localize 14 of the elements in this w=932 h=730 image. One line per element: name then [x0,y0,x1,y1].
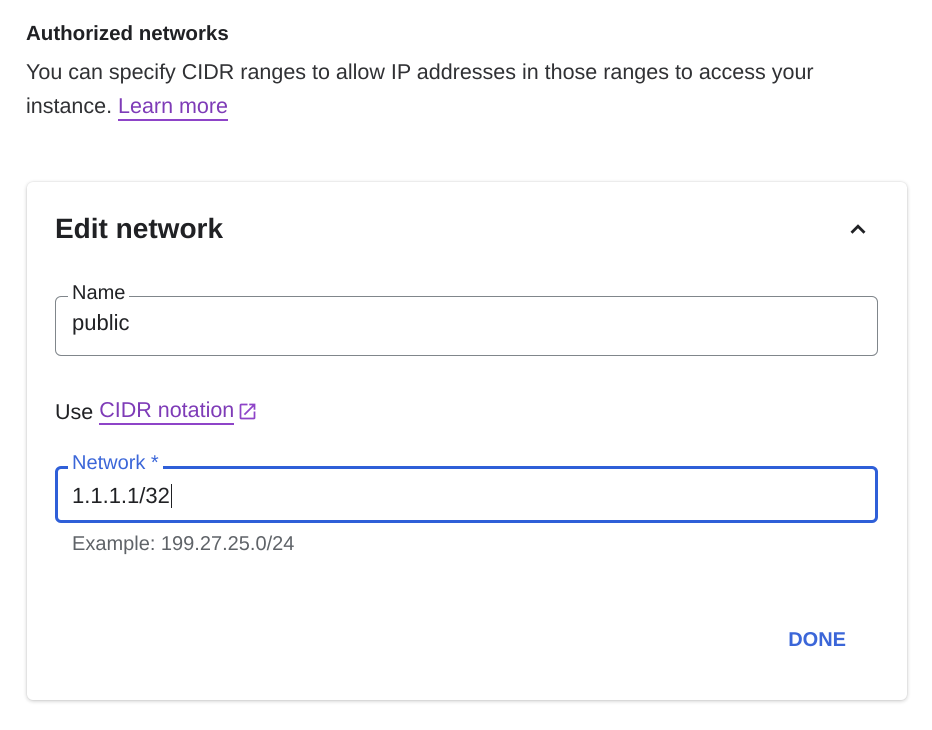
section-title: Authorized networks [26,22,230,46]
text-field[interactable]: Network * 1.1.1.1/32 [55,453,878,523]
helper-text: Example: 199.27.25.0/24 [71,532,296,555]
field-label: Network * [71,453,160,476]
text-cursor [170,484,172,508]
description-text: You can specify CIDR ranges to allow IP addresses in those ranges to access your instance. Learn more [26,55,848,123]
field-label: Name [71,283,126,306]
text-field[interactable]: Name public [55,283,878,356]
link[interactable]: Learn more [118,94,228,121]
hint-text: Use CIDR notation [55,398,878,425]
link[interactable]: CIDR notation [99,398,234,425]
card-title: Edit network [55,212,224,246]
done-button[interactable]: DONE [772,621,862,660]
external-link-icon[interactable] [237,401,258,422]
